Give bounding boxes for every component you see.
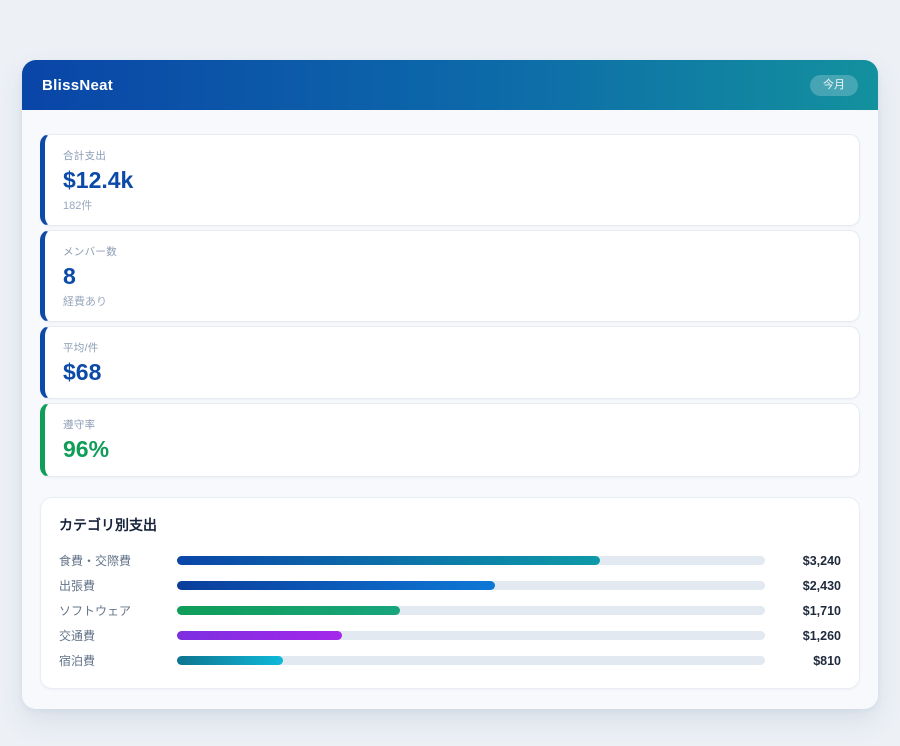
stat-sub: 182件 bbox=[63, 197, 841, 213]
stat-label: 平均/件 bbox=[63, 340, 841, 355]
category-bar-track bbox=[177, 631, 765, 640]
stat-label: 遵守率 bbox=[63, 417, 841, 432]
category-label: 交通費 bbox=[59, 627, 177, 644]
stat-value: 8 bbox=[63, 262, 841, 291]
app-title: BlissNeat bbox=[42, 77, 113, 94]
stat-card: メンバー数 8 経費あり bbox=[40, 230, 860, 322]
category-row: 宿泊費 $810 bbox=[59, 648, 841, 673]
app-header: BlissNeat 今月 bbox=[22, 60, 878, 110]
stat-label: メンバー数 bbox=[63, 244, 841, 259]
category-bar-fill bbox=[177, 631, 342, 640]
stat-card: 合計支出 $12.4k 182件 bbox=[40, 134, 860, 226]
category-label: ソフトウェア bbox=[59, 602, 177, 619]
category-value: $1,710 bbox=[775, 604, 841, 618]
category-bar-track bbox=[177, 581, 765, 590]
stat-sub: 経費あり bbox=[63, 293, 841, 309]
category-section-title: カテゴリ別支出 bbox=[59, 515, 841, 535]
category-bar-fill bbox=[177, 606, 400, 615]
period-badge[interactable]: 今月 bbox=[810, 75, 858, 96]
category-card: カテゴリ別支出 食費・交際費 $3,240 出張費 $2,430 ソフトウェア … bbox=[40, 497, 860, 689]
category-bar-track bbox=[177, 606, 765, 615]
stat-value: 96% bbox=[63, 435, 841, 464]
category-bar-track bbox=[177, 556, 765, 565]
category-bar-track bbox=[177, 656, 765, 665]
category-bar-fill bbox=[177, 656, 283, 665]
category-row: 食費・交際費 $3,240 bbox=[59, 548, 841, 573]
category-label: 宿泊費 bbox=[59, 652, 177, 669]
category-row: 交通費 $1,260 bbox=[59, 623, 841, 648]
stat-label: 合計支出 bbox=[63, 148, 841, 163]
stat-card: 遵守率 96% bbox=[40, 403, 860, 477]
panel-body: 合計支出 $12.4k 182件 メンバー数 8 経費あり 平均/件 $68 遵… bbox=[22, 110, 878, 689]
category-rows: 食費・交際費 $3,240 出張費 $2,430 ソフトウェア $1,710 交… bbox=[59, 548, 841, 673]
category-label: 出張費 bbox=[59, 577, 177, 594]
stat-value: $68 bbox=[63, 358, 841, 387]
dashboard-panel: BlissNeat 今月 合計支出 $12.4k 182件 メンバー数 8 経費… bbox=[22, 60, 878, 709]
category-value: $2,430 bbox=[775, 579, 841, 593]
category-bar-fill bbox=[177, 556, 600, 565]
stat-value: $12.4k bbox=[63, 166, 841, 195]
category-row: 出張費 $2,430 bbox=[59, 573, 841, 598]
category-bar-fill bbox=[177, 581, 495, 590]
category-value: $1,260 bbox=[775, 629, 841, 643]
category-value: $810 bbox=[775, 654, 841, 668]
stat-card: 平均/件 $68 bbox=[40, 326, 860, 400]
category-row: ソフトウェア $1,710 bbox=[59, 598, 841, 623]
stat-cards: 合計支出 $12.4k 182件 メンバー数 8 経費あり 平均/件 $68 遵… bbox=[40, 134, 860, 477]
category-label: 食費・交際費 bbox=[59, 552, 177, 569]
category-value: $3,240 bbox=[775, 554, 841, 568]
